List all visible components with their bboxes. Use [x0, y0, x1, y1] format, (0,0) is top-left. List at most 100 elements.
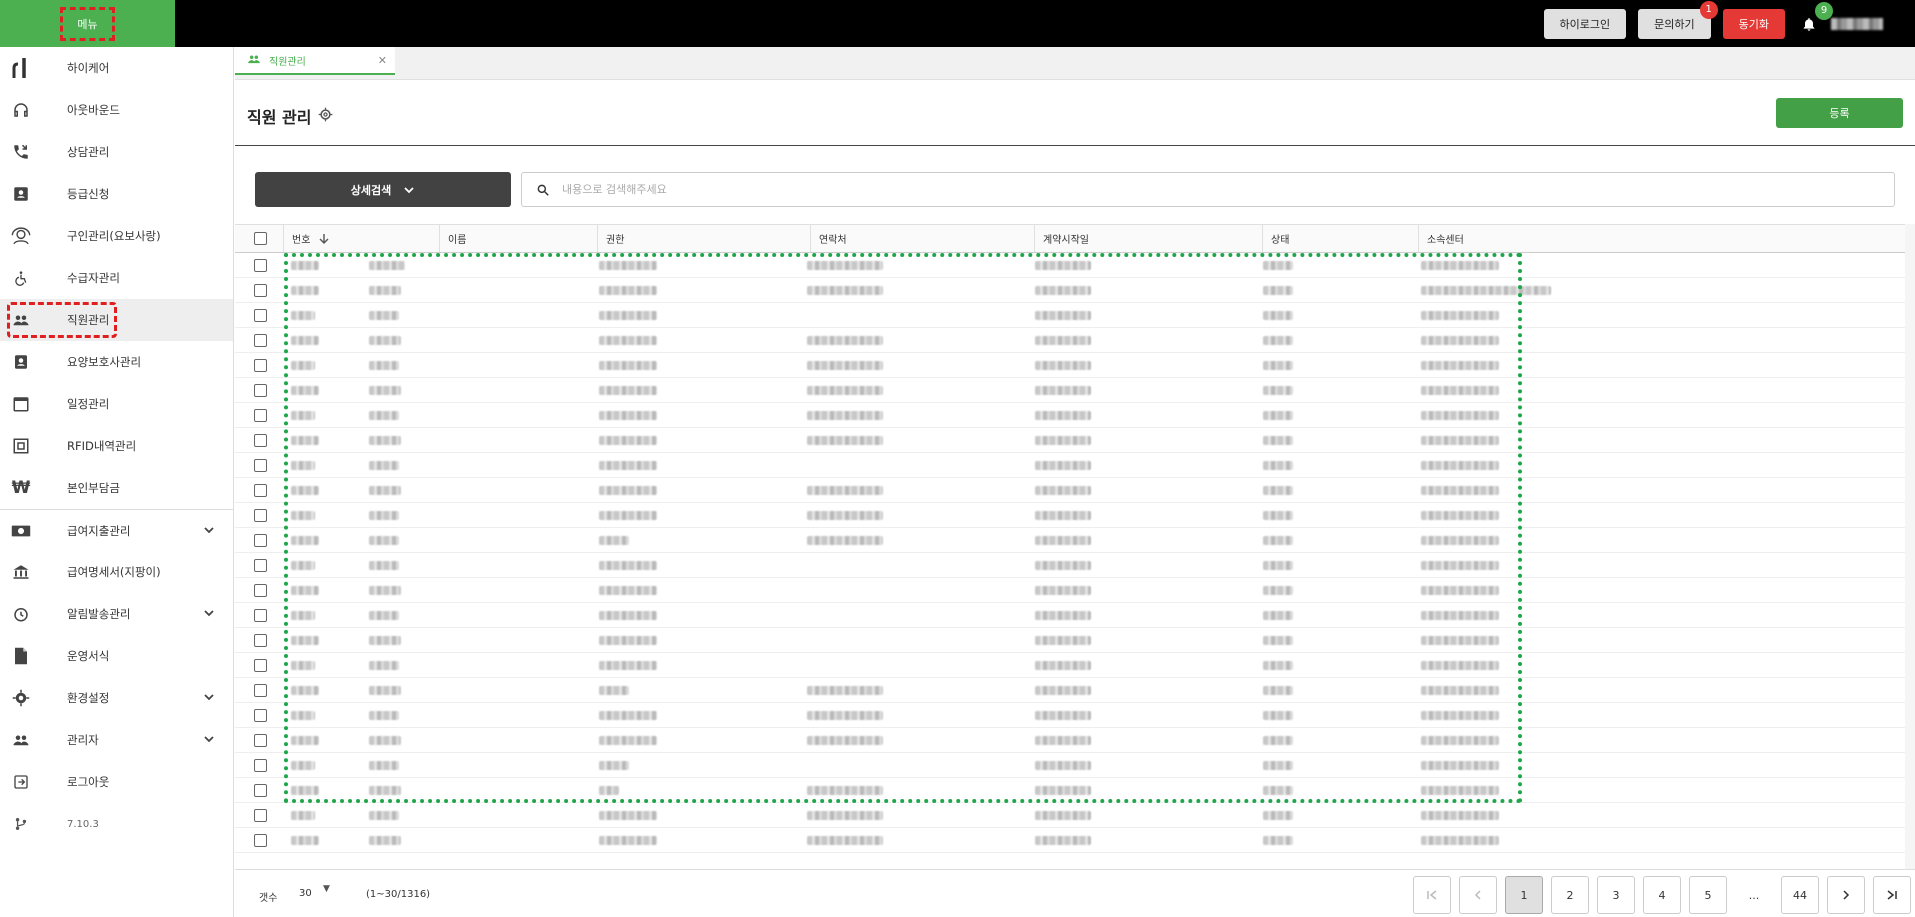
row-checkbox[interactable] — [254, 483, 267, 497]
table-row[interactable] — [235, 328, 1915, 353]
sidebar-item-rfid[interactable]: RFID내역관리 — [0, 425, 233, 467]
sidebar-item-payslip[interactable]: 급여명세서(지팡이) — [0, 551, 233, 593]
table-row[interactable] — [235, 578, 1915, 603]
page-button-2[interactable]: 2 — [1551, 876, 1589, 914]
table-row[interactable] — [235, 453, 1915, 478]
row-checkbox[interactable] — [254, 258, 267, 272]
sidebar-item-schedule[interactable]: 일정관리 — [0, 383, 233, 425]
sidebar-item-staff[interactable]: 직원관리 — [0, 299, 233, 341]
select-all-checkbox[interactable] — [254, 232, 267, 245]
table-row[interactable] — [235, 628, 1915, 653]
sidebar-item-admin[interactable]: 관리자 — [0, 719, 233, 761]
table-row[interactable] — [235, 603, 1915, 628]
user-name-blurred[interactable] — [1831, 17, 1883, 30]
table-row[interactable] — [235, 753, 1915, 778]
column-header-name[interactable]: 이름 — [439, 225, 597, 252]
table-row[interactable] — [235, 353, 1915, 378]
row-checkbox[interactable] — [254, 383, 267, 397]
vertical-scrollbar[interactable] — [1905, 224, 1915, 869]
table-row[interactable] — [235, 803, 1915, 828]
row-checkbox[interactable] — [254, 633, 267, 647]
search-input[interactable] — [562, 183, 1862, 196]
last-page-button[interactable] — [1873, 876, 1911, 914]
column-header-contact[interactable]: 연락처 — [810, 225, 1034, 252]
page-button-44[interactable]: 44 — [1781, 876, 1819, 914]
sidebar-item-consult[interactable]: 상담관리 — [0, 131, 233, 173]
table-row[interactable] — [235, 503, 1915, 528]
column-header-status[interactable]: 상태 — [1262, 225, 1418, 252]
sidebar-item-logout[interactable]: 로그아웃 — [0, 761, 233, 803]
settings-gear-icon[interactable] — [318, 107, 333, 122]
page-button-3[interactable]: 3 — [1597, 876, 1635, 914]
register-button[interactable]: 등록 — [1776, 98, 1903, 128]
page-button-5[interactable]: 5 — [1689, 876, 1727, 914]
sidebar-item-copay[interactable]: ₩ 본인부담금 — [0, 467, 233, 509]
first-page-button[interactable] — [1413, 876, 1451, 914]
close-icon[interactable]: ✕ — [378, 54, 387, 67]
column-header-center[interactable]: 소속센터 — [1418, 225, 1598, 252]
column-header-number[interactable]: 번호 — [283, 225, 439, 252]
sort-arrow-down-icon[interactable] — [318, 233, 330, 245]
table-row[interactable] — [235, 428, 1915, 453]
row-checkbox[interactable] — [254, 733, 267, 747]
next-page-button[interactable] — [1827, 876, 1865, 914]
table-row[interactable] — [235, 703, 1915, 728]
row-checkbox[interactable] — [254, 433, 267, 447]
row-checkbox[interactable] — [254, 658, 267, 672]
row-checkbox[interactable] — [254, 408, 267, 422]
row-checkbox[interactable] — [254, 283, 267, 297]
row-checkbox[interactable] — [254, 833, 267, 847]
row-checkbox[interactable] — [254, 358, 267, 372]
table-row[interactable] — [235, 278, 1915, 303]
table-row[interactable] — [235, 653, 1915, 678]
table-row[interactable] — [235, 378, 1915, 403]
column-header-role[interactable]: 권한 — [597, 225, 810, 252]
page-button-1[interactable]: 1 — [1505, 876, 1543, 914]
row-checkbox[interactable] — [254, 508, 267, 522]
hi-login-button[interactable]: 하이로그인 — [1543, 8, 1627, 39]
row-checkbox[interactable] — [254, 308, 267, 322]
sidebar-item-payroll[interactable]: 급여지출관리 — [0, 509, 233, 551]
row-checkbox[interactable] — [254, 708, 267, 722]
table-row[interactable] — [235, 828, 1915, 853]
table-row[interactable] — [235, 553, 1915, 578]
tab-staff[interactable]: 직원관리 ✕ — [235, 47, 395, 75]
table-row[interactable] — [235, 728, 1915, 753]
table-row[interactable] — [235, 303, 1915, 328]
prev-page-button[interactable] — [1459, 876, 1497, 914]
table-row[interactable] — [235, 478, 1915, 503]
table-row[interactable] — [235, 778, 1915, 803]
row-checkbox[interactable] — [254, 458, 267, 472]
inquiry-button[interactable]: 문의하기 1 — [1638, 0, 1718, 39]
page-button-4[interactable]: 4 — [1643, 876, 1681, 914]
row-checkbox[interactable] — [254, 783, 267, 797]
sidebar-item-recruit[interactable]: 구인관리(요보사랑) — [0, 215, 233, 257]
column-header-contract-start[interactable]: 계약시작일 — [1034, 225, 1262, 252]
row-checkbox[interactable] — [254, 683, 267, 697]
caret-down-icon[interactable]: ▼ — [323, 884, 330, 894]
row-checkbox[interactable] — [254, 583, 267, 597]
notification-button[interactable]: 9 — [1797, 1, 1833, 36]
advanced-search-button[interactable]: 상세검색 — [255, 172, 511, 207]
sidebar-item-settings[interactable]: 환경설정 — [0, 677, 233, 719]
row-checkbox[interactable] — [254, 808, 267, 822]
row-checkbox[interactable] — [254, 333, 267, 347]
row-checkbox[interactable] — [254, 758, 267, 772]
table-row[interactable] — [235, 253, 1915, 278]
sync-button[interactable]: 동기화 — [1722, 8, 1785, 39]
sidebar-item-forms[interactable]: 운영서식 — [0, 635, 233, 677]
sidebar-item-recipient[interactable]: 수급자관리 — [0, 257, 233, 299]
sidebar-item-outbound[interactable]: 아웃바운드 — [0, 89, 233, 131]
row-checkbox[interactable] — [254, 533, 267, 547]
rows-per-page-select[interactable]: 30 — [299, 888, 312, 899]
table-row[interactable] — [235, 528, 1915, 553]
menu-button[interactable]: 메뉴 — [0, 0, 175, 47]
row-checkbox[interactable] — [254, 558, 267, 572]
sidebar-item-grade[interactable]: 등급신청 — [0, 173, 233, 215]
sidebar-item-caregiver[interactable]: 요양보호사관리 — [0, 341, 233, 383]
sidebar-item-hicare[interactable]: 하이케어 — [0, 47, 233, 89]
table-row[interactable] — [235, 403, 1915, 428]
row-checkbox[interactable] — [254, 608, 267, 622]
sidebar-item-notify[interactable]: 알림발송관리 — [0, 593, 233, 635]
table-row[interactable] — [235, 678, 1915, 703]
